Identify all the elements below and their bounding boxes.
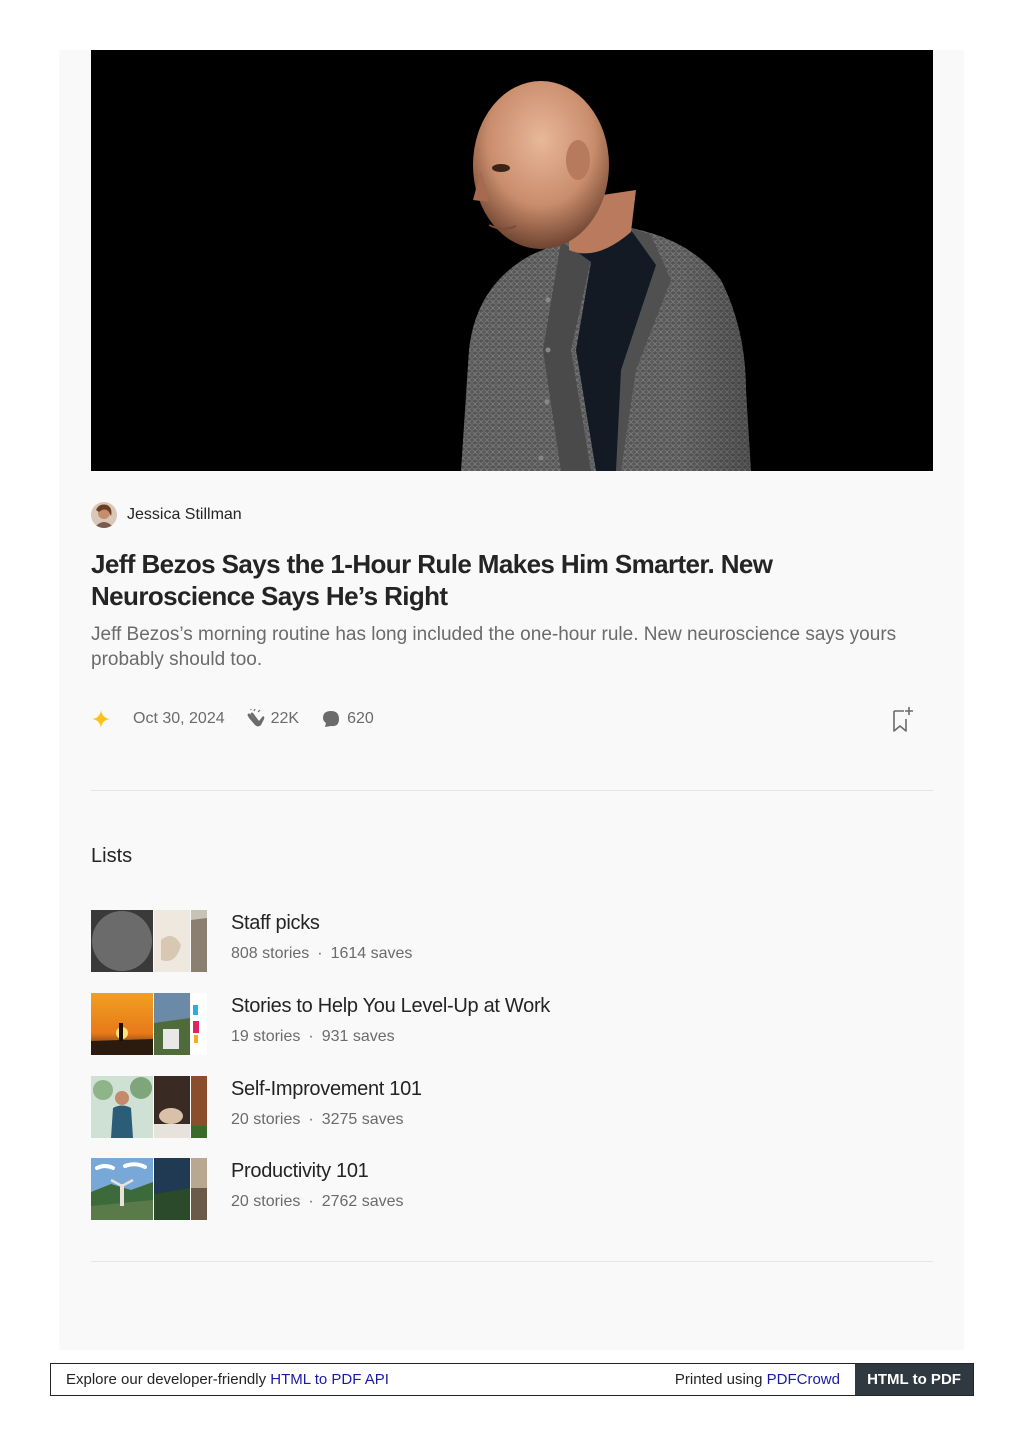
list-save-count: 931 saves	[321, 1028, 395, 1045]
list-stats: 20 stories · 3275 saves	[231, 1111, 404, 1129]
hero-image[interactable]	[91, 50, 933, 471]
clap-count[interactable]: 22K	[245, 709, 299, 729]
footer-promo: Explore our developer-friendly HTML to P…	[66, 1371, 389, 1388]
list-item-staff-picks[interactable]: Staff picks 808 stories · 1614 saves	[91, 910, 691, 972]
pdfcrowd-link[interactable]: PDFCrowd	[767, 1371, 840, 1388]
separator: ·	[308, 1193, 314, 1210]
separator: ·	[317, 945, 323, 962]
lists-heading: Lists	[91, 845, 133, 867]
separator: ·	[308, 1111, 314, 1128]
article-meta: Oct 30, 2024 22K 620	[91, 705, 933, 733]
list-story-count: 20 stories	[231, 1193, 301, 1210]
list-stats: 19 stories · 931 saves	[231, 1028, 395, 1046]
list-thumbnails	[91, 1158, 207, 1220]
list-story-count: 20 stories	[231, 1111, 301, 1128]
list-item-level-up-at-work[interactable]: Stories to Help You Level-Up at Work 19 …	[91, 993, 691, 1055]
list-title[interactable]: Staff picks	[231, 912, 320, 935]
comment-icon	[323, 711, 340, 727]
list-title[interactable]: Self-Improvement 101	[231, 1078, 422, 1101]
list-save-count: 1614 saves	[330, 945, 413, 962]
clap-icon	[247, 709, 264, 727]
comment-count[interactable]: 620	[321, 709, 374, 729]
article-subtitle[interactable]: Jeff Bezos’s morning routine has long in…	[91, 622, 933, 672]
member-star-icon	[91, 709, 111, 729]
pdfcrowd-footer-banner: Explore our developer-friendly HTML to P…	[50, 1363, 974, 1396]
list-save-count: 3275 saves	[321, 1111, 404, 1128]
author-row[interactable]: Jessica Stillman	[91, 501, 242, 529]
html-to-pdf-api-link[interactable]: HTML to PDF API	[270, 1371, 389, 1388]
list-thumbnails	[91, 910, 207, 972]
footer-credit-text: Printed using	[674, 1371, 767, 1388]
publish-date: Oct 30, 2024	[133, 710, 225, 727]
divider	[91, 1261, 933, 1262]
list-thumbnails	[91, 993, 207, 1055]
divider	[91, 790, 933, 791]
author-avatar[interactable]	[91, 502, 117, 528]
portrait-illustration	[91, 50, 933, 471]
separator: ·	[308, 1028, 314, 1045]
bookmark-add-icon[interactable]	[889, 705, 915, 733]
list-story-count: 19 stories	[231, 1028, 301, 1045]
list-title[interactable]: Stories to Help You Level-Up at Work	[231, 995, 550, 1018]
article-title[interactable]: Jeff Bezos Says the 1-Hour Rule Makes Hi…	[91, 548, 941, 612]
comment-count-value: 620	[347, 710, 374, 727]
author-name[interactable]: Jessica Stillman	[127, 506, 242, 524]
list-thumbnails	[91, 1076, 207, 1138]
list-title[interactable]: Productivity 101	[231, 1160, 369, 1183]
list-stats: 20 stories · 2762 saves	[231, 1193, 404, 1211]
clap-count-value: 22K	[270, 710, 300, 727]
list-story-count: 808 stories	[231, 945, 310, 962]
list-item-productivity-101[interactable]: Productivity 101 20 stories · 2762 saves	[91, 1158, 691, 1220]
footer-credit: Printed using PDFCrowd	[675, 1371, 840, 1388]
article-card: Jessica Stillman Jeff Bezos Says the 1-H…	[59, 50, 964, 1350]
list-item-self-improvement-101[interactable]: Self-Improvement 101 20 stories · 3275 sav…	[91, 1076, 691, 1138]
html-to-pdf-button[interactable]: HTML to PDF	[855, 1364, 973, 1395]
list-save-count: 2762 saves	[321, 1193, 404, 1210]
footer-promo-text: Explore our developer-friendly	[66, 1371, 271, 1388]
list-stats: 808 stories · 1614 saves	[231, 945, 412, 963]
